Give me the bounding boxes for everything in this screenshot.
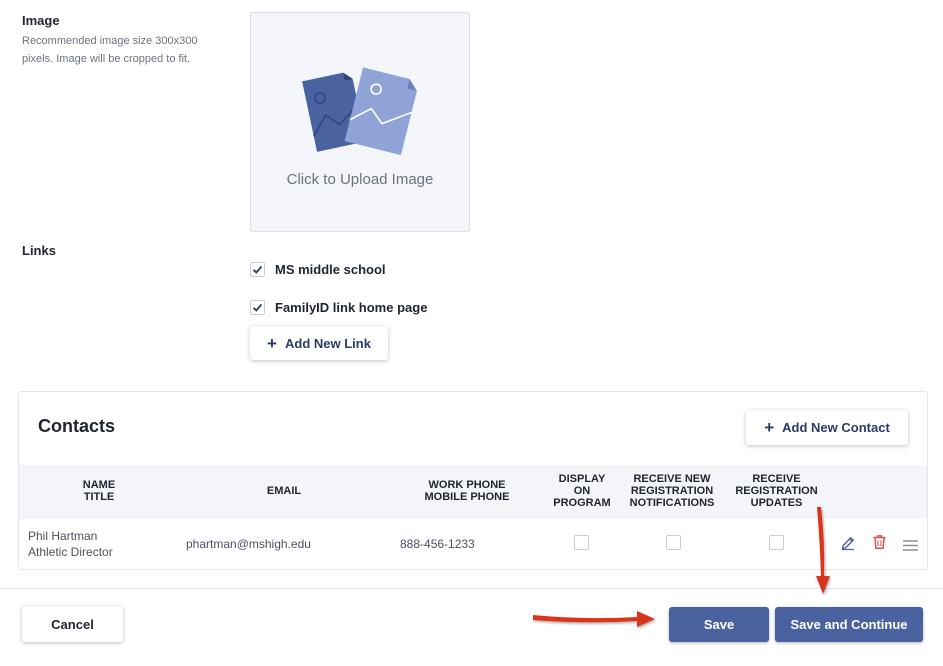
add-new-link-button[interactable]: + Add New Link (250, 326, 388, 360)
contact-phone: 888-456-1233 (400, 537, 475, 551)
image-field-help: Recommended image size 300x300 pixels. I… (22, 35, 198, 65)
link-label[interactable]: MS middle school (275, 262, 386, 277)
contact-name-title: Phil Hartman Athletic Director (28, 528, 113, 560)
plus-icon: + (267, 333, 277, 353)
save-and-continue-button[interactable]: Save and Continue (775, 607, 923, 642)
column-header-phone: WORK PHONE MOBILE PHONE (424, 479, 510, 503)
contacts-title: Contacts (38, 416, 116, 436)
contact-email: phartman@mshigh.edu (186, 537, 311, 551)
trash-icon[interactable] (872, 534, 887, 550)
add-new-contact-button[interactable]: + Add New Contact (746, 410, 908, 445)
checkmark-icon (252, 265, 263, 274)
upload-image-text: Click to Upload Image (286, 171, 434, 188)
image-placeholder-icon (302, 67, 417, 156)
contact-title: Athletic Director (28, 545, 113, 559)
image-upload-dropzone[interactable]: Click to Upload Image (250, 12, 470, 232)
display-on-program-checkbox[interactable] (574, 535, 589, 550)
contact-name: Phil Hartman (28, 529, 98, 543)
form-footer: Cancel Save Save and Continue (0, 588, 943, 666)
add-new-contact-label: Add New Contact (782, 420, 890, 435)
receive-updates-checkbox[interactable] (769, 535, 784, 550)
receive-notifications-checkbox[interactable] (666, 535, 681, 550)
links-field-title: Links (22, 243, 56, 258)
image-field-title: Image (22, 13, 60, 28)
column-header-receive-updates: RECEIVE REGISTRATION UPDATES (735, 473, 818, 509)
link-label[interactable]: FamilyID link home page (275, 300, 427, 315)
column-header-receive-notifications: RECEIVE NEW REGISTRATION NOTIFICATIONS (629, 473, 715, 509)
contacts-card: Contacts + Add New Contact NAME TITLE EM… (18, 391, 928, 570)
edit-pencil-icon[interactable] (840, 535, 856, 551)
column-header-display-on-program: DISPLAY ON PROGRAM (553, 473, 611, 509)
checkmark-icon (252, 303, 263, 312)
link-item-ms-middle-school: MS middle school (250, 262, 386, 277)
column-header-email: EMAIL (266, 485, 302, 497)
save-button[interactable]: Save (669, 607, 769, 642)
plus-icon: + (764, 418, 775, 437)
cancel-button[interactable]: Cancel (22, 606, 123, 642)
column-header-name: NAME TITLE (82, 479, 116, 503)
link-checkbox[interactable] (250, 262, 265, 277)
image-field-label-group: Image Recommended image size 300x300 pix… (22, 13, 227, 68)
link-checkbox[interactable] (250, 300, 265, 315)
drag-handle-icon[interactable] (903, 540, 918, 551)
add-new-link-label: Add New Link (284, 335, 371, 351)
contacts-table-header: NAME TITLE EMAIL WORK PHONE MOBILE PHONE… (19, 465, 927, 519)
link-item-familyid-home: FamilyID link home page (250, 300, 427, 315)
